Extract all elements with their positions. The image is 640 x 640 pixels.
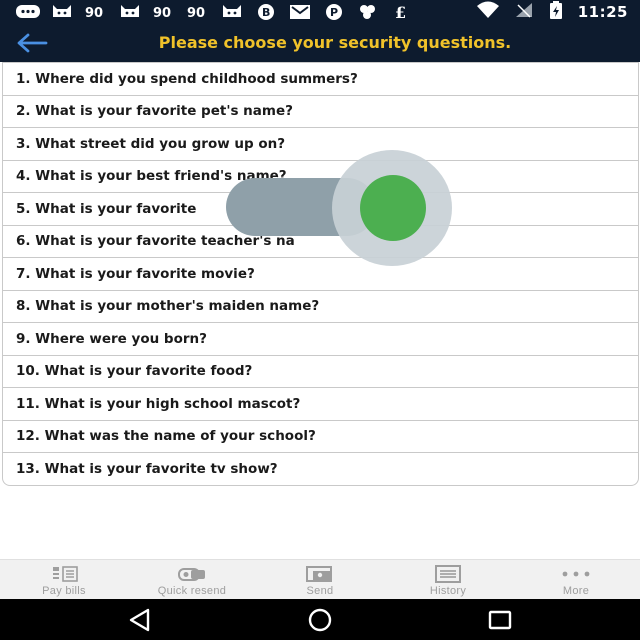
home-circle-icon[interactable] [307,607,333,633]
infinity-icon: 90 [82,3,110,21]
back-triangle-icon[interactable] [127,607,153,633]
question-item[interactable]: 9. Where were you born? [3,322,638,355]
infinity-icon: 90 [184,3,212,21]
b-icon: B [252,3,280,21]
question-item[interactable]: 11. What is your high school mascot? [3,387,638,420]
nav-quick-resend[interactable]: Quick resend [128,560,256,600]
svg-text:B: B [262,6,270,19]
cluster-icon [354,3,382,21]
toggle-switch[interactable] [226,150,458,266]
question-item[interactable]: 2. What is your favorite pet's name? [3,94,638,128]
svg-text:£: £ [395,3,406,21]
more-dots-icon [559,565,593,583]
pinterest-icon: P [320,3,348,21]
app-header: Please choose your security questions. [0,24,640,62]
question-item[interactable]: 12. What was the name of your school? [3,419,638,453]
clock: 11:25 [577,3,628,21]
nav-history[interactable]: History [384,560,512,600]
cat-icon [218,3,246,21]
nav-label: History [429,585,467,597]
bill-icon [49,565,79,583]
page-title: Please choose your security questions. [158,33,512,52]
send-icon [305,565,335,583]
history-icon [434,565,462,583]
notification-icons: 90 90 90 B P £ [0,3,416,21]
question-item[interactable]: 13. What is your favorite tv show? [3,452,638,485]
nav-label: More [562,585,590,597]
nav-label: Quick resend [157,585,227,597]
cat-icon [116,3,144,21]
battery-icon [548,0,564,25]
infinity-icon: 90 [150,3,178,21]
mail-icon [286,3,314,21]
nav-label: Pay bills [42,585,86,597]
recents-square-icon[interactable] [487,607,513,633]
question-item[interactable]: 8. What is your mother's maiden name? [3,289,638,323]
security-question-list: 1. Where did you spend childhood summers… [2,62,639,486]
nav-more[interactable]: More [512,560,640,600]
system-navigation-bar [0,599,640,640]
toggle-knob[interactable] [360,175,426,241]
nav-send[interactable]: Send [256,560,384,600]
wifi-icon [476,1,500,24]
nav-label: Send [306,585,334,597]
svg-text:90: 90 [187,6,205,19]
signal-icon [514,1,534,24]
bottom-navigation: Pay bills Quick resend Send History More [0,559,640,600]
message-icon [14,3,42,21]
status-bar: 90 90 90 B P £ 11:25 [0,0,640,24]
svg-text:90: 90 [153,6,171,19]
system-status: 11:25 [476,0,628,24]
nav-pay-bills[interactable]: Pay bills [0,560,128,600]
quick-resend-icon [176,565,208,583]
svg-text:90: 90 [85,6,103,19]
question-item[interactable]: 10. What is your favorite food? [3,354,638,388]
question-item[interactable]: 1. Where did you spend childhood summers… [3,62,638,95]
e-icon: £ [388,3,416,21]
cat-icon [48,3,76,21]
svg-text:P: P [330,6,338,19]
